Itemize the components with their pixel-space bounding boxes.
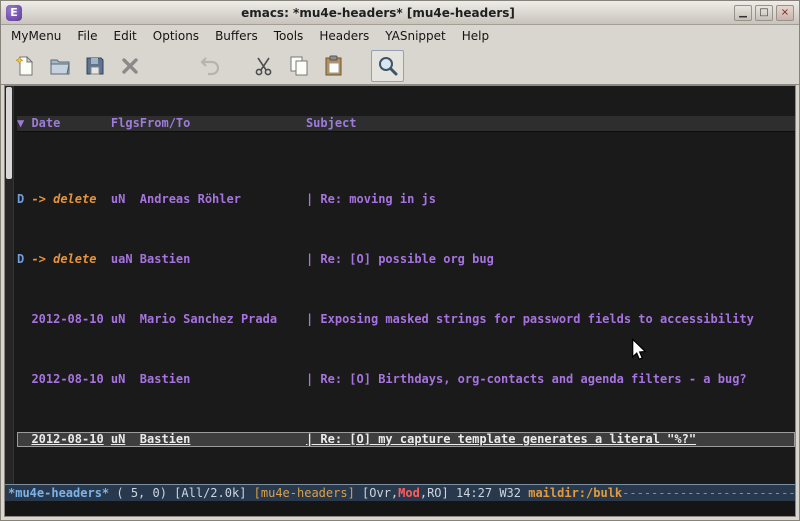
message-subject: | Re: moving in js — [306, 192, 436, 206]
search-button[interactable] — [371, 50, 404, 82]
message-date: 2012-08-10 — [31, 312, 110, 327]
echo-area-minibuffer[interactable] — [5, 501, 795, 516]
emacs-app-icon: E — [6, 5, 22, 21]
search-icon — [376, 54, 400, 78]
modeline-segment-alert: Mod — [398, 486, 420, 500]
new-file-icon — [13, 54, 37, 78]
frame-body: ▼ DateFlgsFrom/ToSubject D-> deleteuNAnd… — [4, 85, 796, 517]
menu-item-edit[interactable]: Edit — [106, 26, 145, 46]
column-header-subject[interactable]: Subject — [306, 116, 357, 130]
message-row[interactable]: D-> deleteuNAndreas Röhler| Re: moving i… — [17, 192, 795, 207]
modeline-segment-plain: [Ovr, — [362, 486, 398, 500]
menu-item-tools[interactable]: Tools — [266, 26, 312, 46]
message-row[interactable]: 2012-08-10uNBastien| Re: [O] my capture … — [17, 432, 795, 447]
menu-item-buffers[interactable]: Buffers — [207, 26, 266, 46]
close-button[interactable]: × — [776, 5, 794, 21]
open-folder-icon — [48, 54, 72, 78]
paste-button[interactable] — [317, 50, 350, 82]
message-date: -> delete — [31, 192, 110, 207]
message-subject: | Re: [O] Birthdays, org-contacts and ag… — [306, 372, 747, 386]
close-x-icon — [118, 54, 142, 78]
close-buffer-button[interactable] — [113, 50, 146, 82]
message-from: Andreas Röhler — [140, 192, 306, 207]
save-buffer-button[interactable] — [78, 50, 111, 82]
modeline-segment-plain: ( 5, 0) — [116, 486, 174, 500]
modeline-segment-plain: W32 — [499, 486, 528, 500]
column-header-from[interactable]: From/To — [140, 116, 306, 131]
modeline-segment-plain: 14:27 — [456, 486, 499, 500]
open-folder-button[interactable] — [43, 50, 76, 82]
scrollbar-thumb[interactable] — [6, 87, 12, 179]
copy-button[interactable] — [282, 50, 315, 82]
minimize-button[interactable]: ▁ — [734, 5, 752, 21]
column-header-date[interactable]: ▼ Date — [17, 116, 111, 131]
mark-flag: D — [17, 252, 31, 267]
message-flags: uN — [111, 432, 140, 447]
save-icon — [83, 54, 107, 78]
message-flags: uN — [111, 372, 140, 387]
message-row[interactable]: D-> deleteuaNBastien| Re: [O] possible o… — [17, 252, 795, 267]
menu-item-headers[interactable]: Headers — [311, 26, 377, 46]
window-controls: ▁ □ × — [734, 5, 794, 21]
modeline-segment-dashes: ----------------------------------------… — [622, 486, 795, 500]
message-from: Bastien — [140, 372, 306, 387]
title-bar: E emacs: *mu4e-headers* [mu4e-headers] ▁… — [1, 1, 799, 25]
scrollbar[interactable] — [5, 86, 14, 484]
modeline-segment-plain: [All/2.0k] — [174, 486, 253, 500]
message-flags: uN — [111, 192, 140, 207]
modeline-segment-plain: ,RO] — [420, 486, 456, 500]
undo-button[interactable] — [193, 50, 226, 82]
new-file-button[interactable] — [8, 50, 41, 82]
message-subject: | Exposing masked strings for password f… — [306, 312, 754, 326]
menu-item-help[interactable]: Help — [454, 26, 497, 46]
window-title: emacs: *mu4e-headers* [mu4e-headers] — [28, 6, 728, 20]
modeline-segment-folder: maildir:/bulk — [528, 486, 622, 500]
tool-bar — [1, 47, 799, 85]
paste-clipboard-icon — [322, 54, 346, 78]
message-from: Mario Sanchez Prada — [140, 312, 306, 327]
modeline-segment-buffer: *mu4e-headers* — [8, 486, 116, 500]
message-date: -> delete — [31, 252, 110, 267]
message-date: 2012-08-10 — [31, 372, 110, 387]
message-subject: | Re: [O] possible org bug — [306, 252, 494, 266]
buffer-area: ▼ DateFlgsFrom/ToSubject D-> deleteuNAnd… — [5, 86, 795, 484]
mark-flag: D — [17, 192, 31, 207]
message-subject: | Re: [O] my capture template generates … — [306, 432, 696, 446]
cut-button[interactable] — [247, 50, 280, 82]
menu-item-options[interactable]: Options — [145, 26, 207, 46]
message-date: 2012-08-10 — [31, 432, 110, 447]
cut-scissors-icon — [252, 54, 276, 78]
message-row[interactable]: 2012-08-10uNMario Sanchez Prada| Exposin… — [17, 312, 795, 327]
menu-item-yasnippet[interactable]: YASnippet — [377, 26, 454, 46]
menu-item-mymenu[interactable]: MyMenu — [3, 26, 69, 46]
column-header-flags[interactable]: Flgs — [111, 116, 140, 131]
menu-item-file[interactable]: File — [69, 26, 105, 46]
message-list: D-> deleteuNAndreas Röhler| Re: moving i… — [17, 162, 795, 484]
message-from: Bastien — [140, 252, 306, 267]
message-flags: uaN — [111, 252, 140, 267]
maximize-button[interactable]: □ — [755, 5, 773, 21]
copy-icon — [287, 54, 311, 78]
message-flags: uN — [111, 312, 140, 327]
emacs-window: E emacs: *mu4e-headers* [mu4e-headers] ▁… — [0, 0, 800, 521]
mode-line[interactable]: *mu4e-headers* ( 5, 0) [All/2.0k] [mu4e-… — [5, 484, 795, 501]
header-line: ▼ DateFlgsFrom/ToSubject — [17, 116, 795, 132]
message-row[interactable]: 2012-08-10uNBastien| Re: [O] Birthdays, … — [17, 372, 795, 387]
menu-bar: MyMenuFileEditOptionsBuffersToolsHeaders… — [1, 25, 799, 47]
undo-icon — [198, 54, 222, 78]
mu4e-headers-buffer: ▼ DateFlgsFrom/ToSubject D-> deleteuNAnd… — [14, 86, 795, 484]
message-from: Bastien — [140, 432, 306, 447]
modeline-segment-mode: [mu4e-headers] — [254, 486, 362, 500]
